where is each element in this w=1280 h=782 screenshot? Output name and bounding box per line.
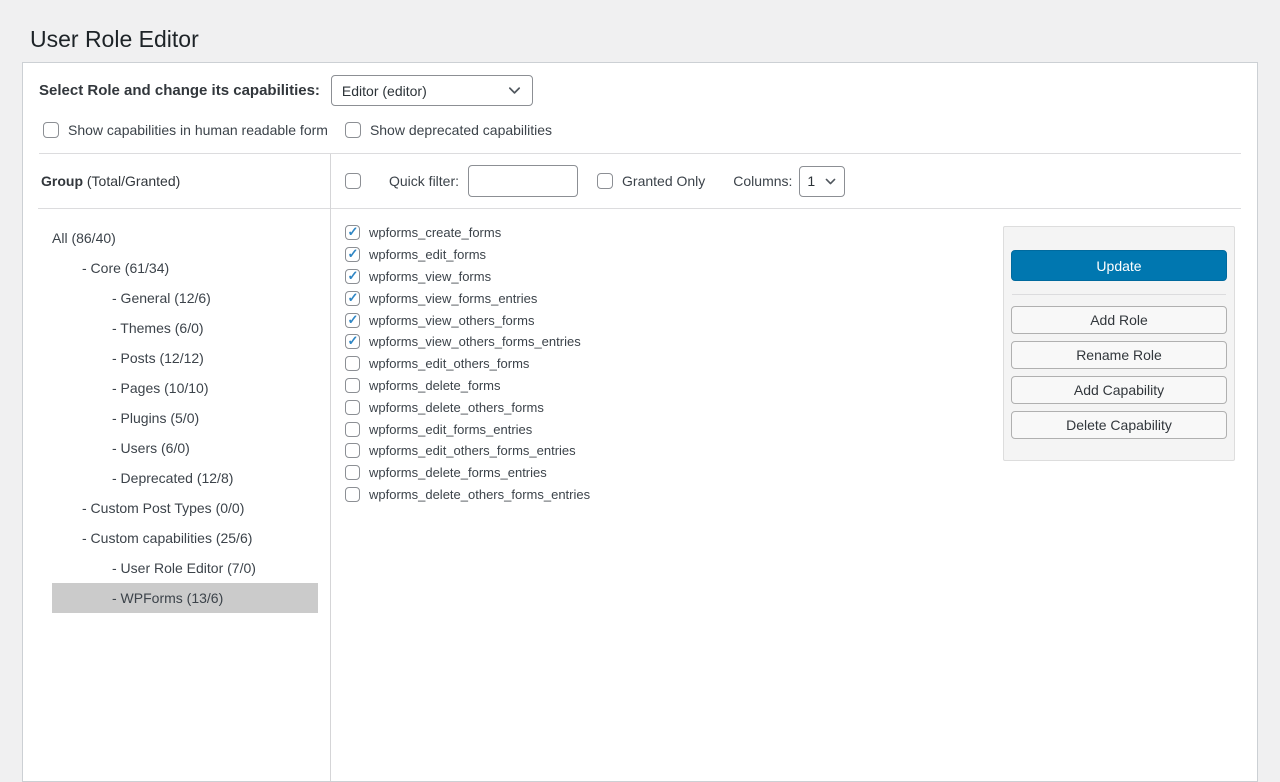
capability-label: wpforms_view_forms [369, 269, 491, 284]
group-tree-item[interactable]: - Themes (6/0) [52, 313, 318, 343]
capability-row: wpforms_view_forms [345, 266, 993, 288]
capability-row: wpforms_view_forms_entries [345, 287, 993, 309]
capability-row: wpforms_delete_others_forms_entries [345, 484, 993, 506]
capability-label: wpforms_delete_others_forms [369, 400, 544, 415]
capability-label: wpforms_view_others_forms [369, 313, 534, 328]
capability-checkbox[interactable] [345, 247, 360, 262]
filter-bar: Quick filter: Granted Only Columns: 1 [331, 154, 1241, 209]
capability-label: wpforms_create_forms [369, 225, 501, 240]
role-select-value: Editor (editor) [342, 83, 427, 99]
capability-row: wpforms_create_forms [345, 222, 993, 244]
capability-checkbox[interactable] [345, 487, 360, 502]
actions-panel: Update Add Role Rename Role Add Capability… [1003, 226, 1235, 461]
quick-filter-input[interactable] [468, 165, 578, 197]
select-all-checkbox[interactable] [345, 173, 361, 189]
capability-label: wpforms_view_forms_entries [369, 291, 537, 306]
capabilities-column: Quick filter: Granted Only Columns: 1 wp… [331, 154, 1257, 781]
capability-row: wpforms_delete_forms_entries [345, 462, 993, 484]
show-deprecated-label: Show deprecated capabilities [370, 122, 552, 138]
rename-role-button[interactable]: Rename Role [1011, 341, 1227, 369]
group-tree-item[interactable]: - Posts (12/12) [52, 343, 318, 373]
capability-checkbox[interactable] [345, 378, 360, 393]
capability-checkbox[interactable] [345, 443, 360, 458]
group-header: Group (Total/Granted) [38, 154, 330, 209]
capability-checkbox[interactable] [345, 356, 360, 371]
capability-checkbox[interactable] [345, 422, 360, 437]
capability-row: wpforms_view_others_forms [345, 309, 993, 331]
show-deprecated-checkbox[interactable] [345, 122, 361, 138]
capability-checkbox[interactable] [345, 465, 360, 480]
group-tree-item[interactable]: - Core (61/34) [52, 253, 318, 283]
group-tree-item[interactable]: - Users (6/0) [52, 433, 318, 463]
capability-row: wpforms_edit_forms [345, 244, 993, 266]
quick-filter-label: Quick filter: [389, 173, 459, 189]
capability-row: wpforms_edit_others_forms [345, 353, 993, 375]
page-title: User Role Editor [0, 0, 1280, 54]
group-tree: All (86/40)- Core (61/34)- General (12/6… [23, 209, 330, 613]
delete-capability-button[interactable]: Delete Capability [1011, 411, 1227, 439]
add-role-button[interactable]: Add Role [1011, 306, 1227, 334]
capability-label: wpforms_delete_others_forms_entries [369, 487, 590, 502]
group-tree-item[interactable]: - Custom capabilities (25/6) [52, 523, 318, 553]
capability-row: wpforms_edit_forms_entries [345, 418, 993, 440]
capability-checkbox[interactable] [345, 225, 360, 240]
capability-checkbox[interactable] [345, 291, 360, 306]
group-tree-item[interactable]: - Pages (10/10) [52, 373, 318, 403]
role-select[interactable]: Editor (editor) [331, 75, 533, 106]
capability-row: wpforms_view_others_forms_entries [345, 331, 993, 353]
group-tree-item[interactable]: - Plugins (5/0) [52, 403, 318, 433]
columns-select[interactable]: 1 [799, 166, 845, 197]
capability-label: wpforms_edit_others_forms_entries [369, 443, 576, 458]
columns-label: Columns: [733, 173, 792, 189]
actions-divider [1012, 294, 1226, 295]
group-tree-item[interactable]: - WPForms (13/6) [52, 583, 318, 613]
group-tree-item[interactable]: All (86/40) [52, 223, 318, 253]
human-readable-label: Show capabilities in human readable form [68, 122, 328, 138]
capabilities-list: wpforms_create_forms wpforms_edit_formswp… [331, 209, 1003, 515]
group-tree-item[interactable]: - User Role Editor (7/0) [52, 553, 318, 583]
human-readable-checkbox[interactable] [43, 122, 59, 138]
capability-checkbox[interactable] [345, 334, 360, 349]
user-role-editor-panel: Select Role and change its capabilities:… [22, 62, 1258, 782]
capability-label: wpforms_edit_forms_entries [369, 422, 532, 437]
capability-checkbox[interactable] [345, 313, 360, 328]
select-role-label: Select Role and change its capabilities: [39, 82, 320, 99]
chevron-down-icon [824, 175, 837, 188]
capability-row: wpforms_delete_forms [345, 375, 993, 397]
capability-label: wpforms_edit_others_forms [369, 356, 529, 371]
update-button[interactable]: Update [1011, 250, 1227, 281]
add-capability-button[interactable]: Add Capability [1011, 376, 1227, 404]
capability-label: wpforms_edit_forms [369, 247, 486, 262]
columns-select-value: 1 [807, 173, 815, 189]
capability-label: wpforms_delete_forms [369, 378, 501, 393]
groups-column: Group (Total/Granted) All (86/40)- Core … [23, 154, 331, 781]
group-tree-item[interactable]: - General (12/6) [52, 283, 318, 313]
capability-label: wpforms_delete_forms_entries [369, 465, 547, 480]
role-section: Select Role and change its capabilities:… [23, 63, 1257, 153]
capability-row: wpforms_edit_others_forms_entries [345, 440, 993, 462]
granted-only-checkbox[interactable] [597, 173, 613, 189]
granted-only-label: Granted Only [622, 173, 705, 189]
group-tree-item[interactable]: - Deprecated (12/8) [52, 463, 318, 493]
capability-label: wpforms_view_others_forms_entries [369, 334, 581, 349]
capability-checkbox[interactable] [345, 400, 360, 415]
capability-row: wpforms_delete_others_forms [345, 396, 993, 418]
capability-checkbox[interactable] [345, 269, 360, 284]
group-tree-item[interactable]: - Custom Post Types (0/0) [52, 493, 318, 523]
secondary-actions: Add Role Rename Role Add Capability Delete … [1011, 306, 1227, 439]
chevron-down-icon [507, 83, 522, 98]
